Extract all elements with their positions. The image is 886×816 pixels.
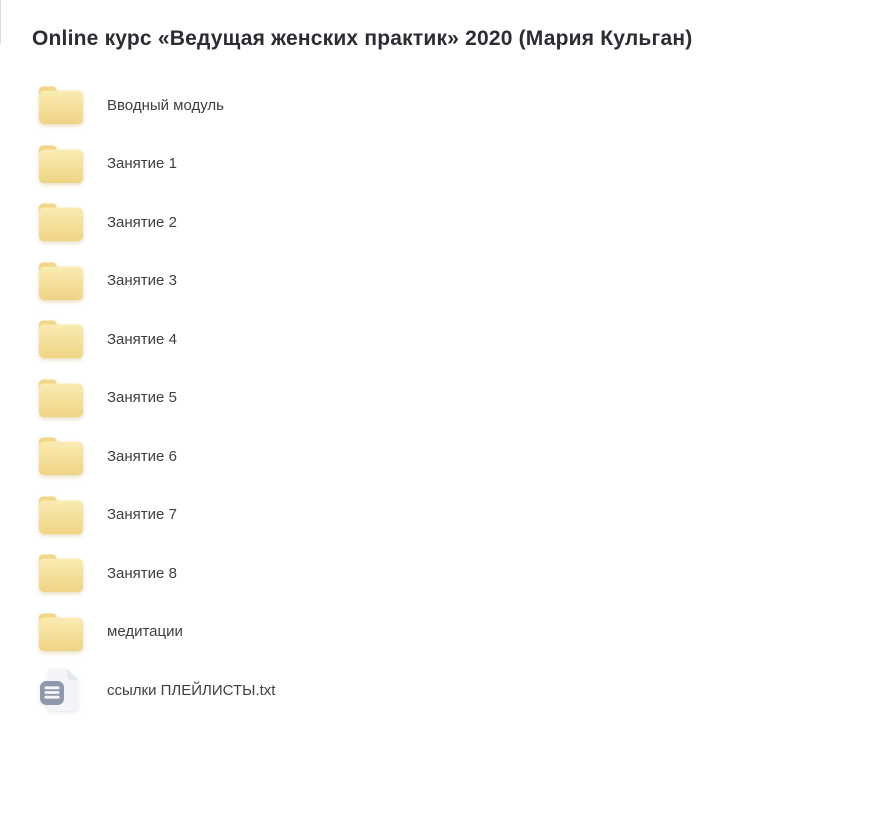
item-icon-wrap — [38, 667, 84, 713]
folder-icon — [38, 612, 84, 652]
item-label[interactable]: Занятие 2 — [107, 213, 177, 232]
list-item[interactable]: Занятие 5 — [32, 369, 458, 428]
folder-icon — [38, 378, 84, 418]
list-item[interactable]: Вводный модуль — [32, 76, 458, 135]
item-icon-wrap — [38, 375, 84, 421]
item-icon-wrap — [38, 550, 84, 596]
item-label[interactable]: Занятие 7 — [107, 505, 177, 524]
item-label[interactable]: Занятие 5 — [107, 388, 177, 407]
item-label[interactable]: медитации — [107, 622, 183, 641]
list-item[interactable]: Занятие 2 — [32, 193, 458, 252]
page-title: Online курс «Ведущая женских практик» 20… — [32, 0, 886, 51]
text-file-icon — [38, 667, 84, 713]
folder-icon — [38, 436, 84, 476]
item-icon-wrap — [38, 199, 84, 245]
file-list: Вводный модуль Занятие 1 — [32, 76, 886, 720]
item-icon-wrap — [38, 316, 84, 362]
item-label[interactable]: ссылки ПЛЕЙЛИСТЫ.txt — [107, 681, 275, 700]
folder-icon — [38, 495, 84, 535]
list-item[interactable]: Занятие 7 — [32, 486, 458, 545]
folder-icon — [38, 85, 84, 125]
list-item[interactable]: Занятие 1 — [32, 135, 458, 194]
folder-icon — [38, 144, 84, 184]
list-item[interactable]: ссылки ПЛЕЙЛИСТЫ.txt — [32, 661, 458, 720]
item-label[interactable]: Занятие 3 — [107, 271, 177, 290]
item-icon-wrap — [38, 141, 84, 187]
item-icon-wrap — [38, 82, 84, 128]
folder-icon — [38, 553, 84, 593]
item-label[interactable]: Вводный модуль — [107, 96, 224, 115]
list-item[interactable]: Занятие 4 — [32, 310, 458, 369]
folder-icon — [38, 319, 84, 359]
item-icon-wrap — [38, 492, 84, 538]
public-folder-page: Online курс «Ведущая женских практик» 20… — [0, 0, 886, 720]
item-label[interactable]: Занятие 4 — [107, 330, 177, 349]
list-item[interactable]: Занятие 8 — [32, 544, 458, 603]
folder-icon — [38, 202, 84, 242]
item-icon-wrap — [38, 433, 84, 479]
item-icon-wrap — [38, 609, 84, 655]
item-label[interactable]: Занятие 6 — [107, 447, 177, 466]
folder-icon — [38, 261, 84, 301]
item-label[interactable]: Занятие 1 — [107, 154, 177, 173]
item-label[interactable]: Занятие 8 — [107, 564, 177, 583]
list-item[interactable]: Занятие 6 — [32, 427, 458, 486]
list-item[interactable]: медитации — [32, 603, 458, 662]
list-item[interactable]: Занятие 3 — [32, 252, 458, 311]
item-icon-wrap — [38, 258, 84, 304]
